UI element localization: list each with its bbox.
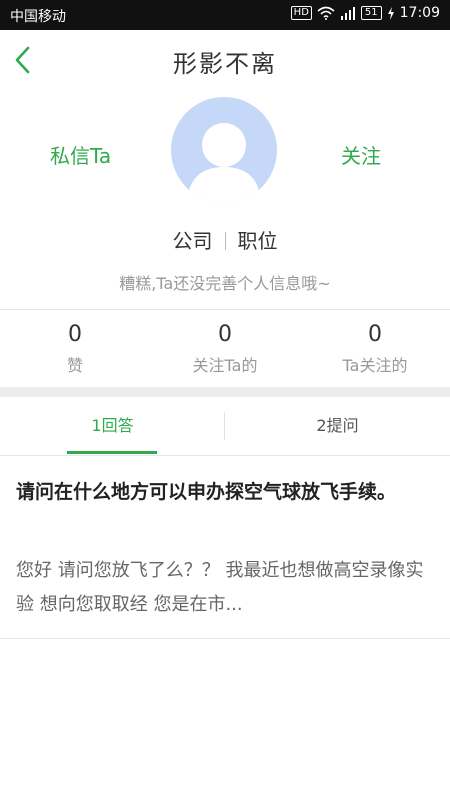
active-tab-indicator — [67, 451, 157, 454]
stat-following[interactable]: 0 Ta关注的 — [300, 320, 450, 376]
signal-icon — [340, 6, 355, 20]
divider — [0, 638, 450, 639]
clock: 17:09 — [399, 5, 440, 21]
stat-label: 关注Ta的 — [192, 356, 258, 375]
answer-excerpt[interactable]: 您好 请问您放飞了么？？ 我最近也想做高空录像实验 想向您取取经 您是在市... — [16, 554, 436, 622]
hd-icon: HD — [290, 6, 312, 20]
battery-icon: 51 — [360, 6, 382, 20]
tab-questions[interactable]: 2提问 — [225, 397, 450, 455]
company-label: 公司 — [172, 229, 213, 253]
position-label: 职位 — [237, 229, 278, 253]
wifi-icon — [317, 6, 335, 20]
divider — [224, 232, 226, 250]
tab-answers[interactable]: 1回答 — [0, 397, 225, 455]
avatar[interactable] — [171, 97, 277, 203]
divider — [0, 309, 450, 310]
carrier-name: 中国移动 — [10, 9, 66, 25]
stat-value: 0 — [68, 322, 82, 347]
status-icons: HD 51 17:09 — [290, 5, 440, 21]
divider — [0, 455, 450, 456]
stat-value: 0 — [218, 322, 232, 347]
private-message-button[interactable]: 私信Ta — [50, 140, 111, 169]
bio-text: 糟糕,Ta还没完善个人信息哦~ — [119, 274, 331, 293]
stat-likes[interactable]: 0 赞 — [0, 320, 150, 376]
section-separator — [0, 387, 450, 397]
question-title[interactable]: 请问在什么地方可以申办探空气球放飞手续。 — [16, 476, 436, 508]
stat-label: 赞 — [66, 356, 83, 375]
job-info: 公司 职位 — [0, 225, 450, 254]
follow-button[interactable]: 关注 — [341, 140, 381, 169]
default-avatar-icon — [187, 123, 261, 203]
charging-icon — [387, 6, 394, 20]
stat-label: Ta关注的 — [342, 356, 408, 375]
page-title: 形影不离 — [173, 50, 277, 78]
stat-value: 0 — [368, 322, 382, 347]
status-bar: 中国移动 HD 51 17:09 — [0, 0, 450, 30]
app-header: 形影不离 — [0, 30, 450, 92]
stat-followers[interactable]: 0 关注Ta的 — [150, 320, 300, 376]
